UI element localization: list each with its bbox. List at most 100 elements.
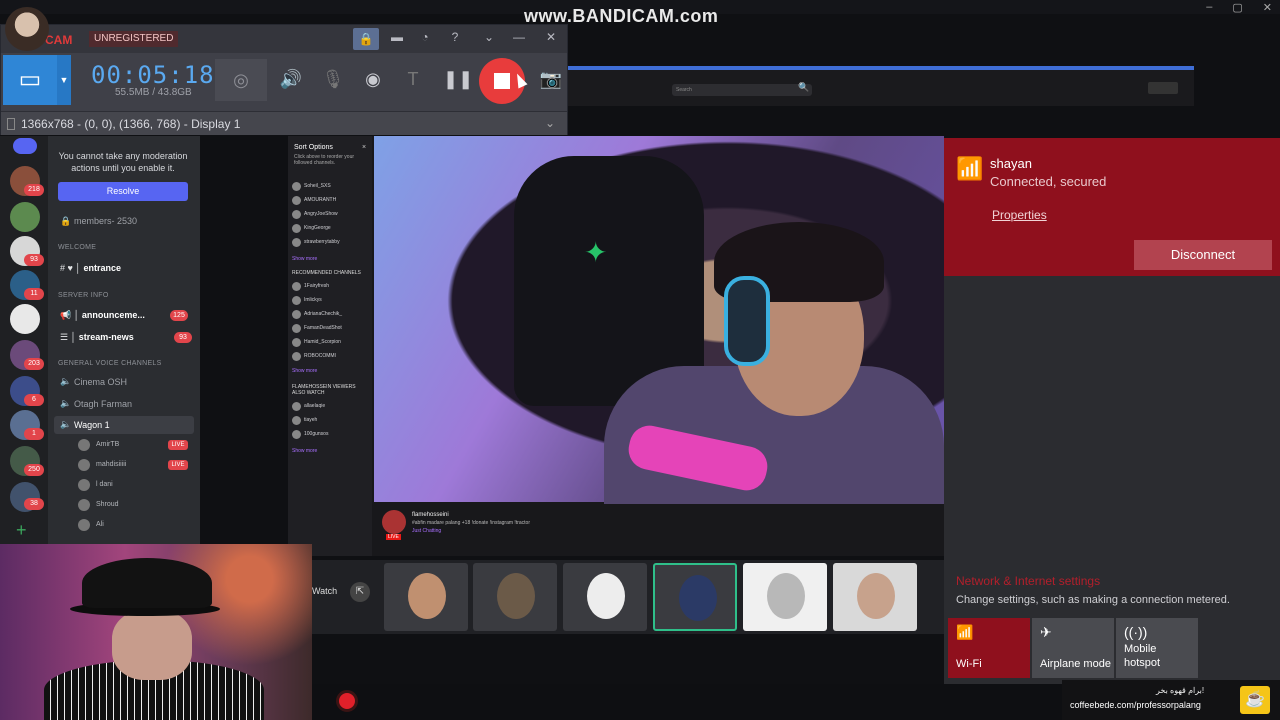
- avatar: [292, 182, 301, 191]
- followed-channel[interactable]: Soheil_SXS: [304, 183, 331, 189]
- voice-user[interactable]: Shroud: [96, 501, 119, 508]
- text-icon[interactable]: T: [401, 67, 425, 91]
- popout-icon[interactable]: ⇱: [350, 582, 370, 602]
- also-watch-channel[interactable]: tiayeh: [304, 417, 317, 423]
- server-list: 218 93 11 203 6 1 250 38 +: [0, 136, 48, 544]
- followed-channel[interactable]: strawberrytabby: [304, 239, 340, 245]
- channel-label: stream-news: [78, 332, 134, 342]
- lock-icon[interactable]: 🔒: [353, 28, 379, 50]
- followed-channel[interactable]: KingGeorge: [304, 225, 331, 231]
- capture-region-bar[interactable]: 1366x768 - (0, 0), (1366, 768) - Display…: [1, 111, 567, 135]
- avatar: [679, 575, 717, 621]
- connected-network-panel[interactable]: 📶 shayan Connected, secured Properties D…: [944, 138, 1280, 276]
- webcam-icon[interactable]: ◎: [215, 59, 267, 101]
- chevron-down-icon[interactable]: ▼: [57, 55, 71, 105]
- server-icon-home[interactable]: [13, 138, 37, 154]
- category-voice[interactable]: GENERAL VOICE CHANNELS: [58, 360, 162, 367]
- recommended-channel[interactable]: 1Fairyfresh: [304, 283, 329, 289]
- recommended-channel[interactable]: AdrianaChechik_: [304, 311, 342, 317]
- followed-channel[interactable]: AMOURANTH: [304, 197, 336, 203]
- show-more-link[interactable]: Show more: [292, 256, 317, 262]
- bandicam-taskbar-icon[interactable]: [336, 690, 358, 712]
- followed-channel[interactable]: AngryJoeShow: [304, 211, 338, 217]
- microphone-icon[interactable]: 🎙: [321, 67, 345, 91]
- recommended-channel[interactable]: Imlickys: [304, 297, 322, 303]
- monitor-icon[interactable]: ▭: [3, 55, 57, 105]
- participant-tile[interactable]: [384, 563, 468, 631]
- get-bits-button[interactable]: [1148, 82, 1178, 94]
- participant-tile[interactable]: [563, 563, 647, 631]
- participant-tile-speaking[interactable]: [653, 563, 737, 631]
- twitch-search-input[interactable]: Search: [672, 84, 812, 96]
- also-watch-channel[interactable]: allaelaqie: [304, 403, 325, 409]
- maximize-icon[interactable]: ▢: [1232, 1, 1242, 14]
- recommended-channel[interactable]: ROBOCOMMI: [304, 353, 336, 359]
- resolve-button[interactable]: Resolve: [58, 182, 188, 201]
- participant-tile[interactable]: [473, 563, 557, 631]
- close-icon[interactable]: ×: [362, 144, 366, 151]
- coffee-persian-text: برام قهوه بخر!: [1156, 686, 1205, 695]
- chevron-down-icon[interactable]: ⌄: [545, 116, 555, 130]
- razer-logo: ✦: [584, 237, 608, 268]
- sort-options-label[interactable]: Sort Options: [294, 144, 333, 151]
- voice-channel-cinema[interactable]: Cinema OSH: [74, 377, 127, 387]
- category-welcome[interactable]: WELCOME: [58, 244, 96, 251]
- server-badge: 93: [24, 254, 44, 266]
- participant-tile[interactable]: [833, 563, 917, 631]
- participant-tile[interactable]: [743, 563, 827, 631]
- stream-video-player[interactable]: ✦: [374, 136, 944, 506]
- streamer-avatar[interactable]: [382, 510, 406, 534]
- show-more-link[interactable]: Show more: [292, 448, 317, 454]
- server-icon[interactable]: [10, 202, 40, 232]
- channel-stream-news[interactable]: ☰ │ stream-news: [60, 332, 134, 343]
- avatar: [78, 519, 90, 531]
- wifi-secured-icon: 📶: [956, 156, 984, 181]
- unregistered-badge[interactable]: UNREGISTERED: [89, 31, 179, 47]
- add-server-icon[interactable]: +: [16, 520, 27, 541]
- voice-user[interactable]: mahdisiiiii: [96, 461, 126, 468]
- show-more-link[interactable]: Show more: [292, 368, 317, 374]
- voice-user[interactable]: l dani: [96, 481, 113, 488]
- close-icon[interactable]: ✕: [1263, 1, 1272, 14]
- also-watch-channel[interactable]: 100gunsos: [304, 431, 328, 437]
- voice-user[interactable]: Ali: [96, 521, 104, 528]
- voice-channel-otagh[interactable]: Otagh Farman: [74, 399, 132, 409]
- folder-icon[interactable]: ▬: [387, 30, 407, 48]
- file-size: 55.5MB / 43.8GB: [115, 87, 192, 98]
- also-watch-header: FLAMEHOSSEIN VIEWERS ALSO WATCH: [292, 384, 356, 396]
- minimize-icon[interactable]: —: [509, 30, 529, 48]
- collapse-icon[interactable]: ⌄: [479, 30, 499, 48]
- stream-category[interactable]: Just Chatting: [412, 528, 441, 534]
- airplane-mode-toggle[interactable]: ✈ Airplane mode: [1032, 618, 1114, 678]
- cursor-click-icon[interactable]: ◉: [361, 67, 385, 91]
- properties-link[interactable]: Properties: [992, 208, 1047, 222]
- minimize-icon[interactable]: –: [1206, 1, 1212, 14]
- pause-icon[interactable]: ❚❚: [443, 67, 473, 91]
- recommended-channel[interactable]: Hamid_Scorpion: [304, 339, 341, 345]
- channel-entrance[interactable]: # ♥ │ entrance: [60, 263, 121, 273]
- watch-button[interactable]: Watch: [312, 586, 337, 596]
- avatar: [78, 459, 90, 471]
- recommended-channel[interactable]: FamanDeadShot: [304, 325, 342, 331]
- streamer-name[interactable]: flamehosseini: [412, 512, 449, 518]
- help-icon[interactable]: ?: [445, 30, 465, 48]
- disconnect-button[interactable]: Disconnect: [1134, 240, 1272, 270]
- network-flyout: 📶 shayan Connected, secured Properties D…: [944, 138, 1280, 684]
- quick-action-label: Wi-Fi: [956, 658, 982, 670]
- avatar: [497, 573, 535, 619]
- coffee-badge[interactable]: برام قهوه بخر! coffeebede.com/professorp…: [1062, 680, 1280, 720]
- mobile-hotspot-toggle[interactable]: ((·)) Mobile hotspot: [1116, 618, 1198, 678]
- search-icon[interactable]: 🔍: [798, 82, 809, 93]
- speaker-icon[interactable]: 🔊: [279, 67, 303, 91]
- category-server-info[interactable]: SERVER INFO: [58, 292, 109, 299]
- network-settings-link[interactable]: Network & Internet settings: [956, 574, 1100, 588]
- close-icon[interactable]: ✕: [541, 30, 561, 48]
- server-badge: 6: [24, 394, 44, 406]
- voice-channel-wagon[interactable]: Wagon 1: [74, 420, 110, 430]
- channel-announcements[interactable]: 📢 │ announceme...: [60, 310, 145, 321]
- wifi-toggle[interactable]: 📶 Wi-Fi: [948, 618, 1030, 678]
- server-icon[interactable]: [10, 304, 40, 334]
- camera-icon[interactable]: 📷: [539, 67, 563, 91]
- voice-user[interactable]: AmirTB: [96, 441, 119, 448]
- clock-icon[interactable]: ◔: [415, 30, 435, 48]
